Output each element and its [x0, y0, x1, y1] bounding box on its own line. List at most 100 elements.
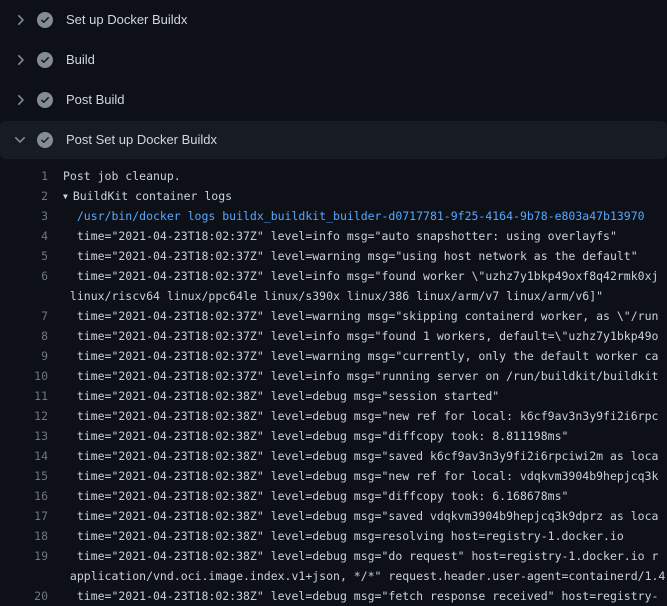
log-text: linux/riscv64 linux/ppc64le linux/s390x …	[63, 289, 603, 303]
line-number[interactable]: 20	[0, 586, 48, 606]
log-line: 5 time="2021-04-23T18:02:37Z" level=warn…	[0, 246, 667, 266]
line-number[interactable]	[0, 286, 48, 306]
log-text: time="2021-04-23T18:02:37Z" level=info m…	[63, 329, 658, 343]
line-number[interactable]: 18	[0, 526, 48, 546]
log-line: 4 time="2021-04-23T18:02:37Z" level=info…	[0, 226, 667, 246]
chevron-right-icon	[12, 12, 28, 28]
log-viewer: 1 Post job cleanup. 2 ▼ BuildKit containe…	[0, 160, 667, 606]
log-text-container: /usr/bin/docker logs buildx_buildkit_bui…	[63, 206, 645, 226]
log-text: time="2021-04-23T18:02:38Z" level=debug …	[63, 389, 499, 403]
log-line: 1 Post job cleanup.	[0, 166, 667, 186]
log-text: time="2021-04-23T18:02:38Z" level=debug …	[63, 469, 658, 483]
log-text-container: time="2021-04-23T18:02:37Z" level=info m…	[63, 266, 658, 286]
log-text-container: time="2021-04-23T18:02:38Z" level=debug …	[63, 406, 658, 426]
line-number[interactable]: 11	[0, 386, 48, 406]
log-line: 20 time="2021-04-23T18:02:38Z" level=deb…	[0, 586, 667, 606]
log-text-container: time="2021-04-23T18:02:38Z" level=debug …	[63, 446, 658, 466]
log-text-container: application/vnd.oci.image.index.v1+json,…	[63, 566, 665, 586]
log-text: Post job cleanup.	[63, 169, 181, 183]
line-number[interactable]: 19	[0, 546, 48, 566]
log-text: time="2021-04-23T18:02:38Z" level=debug …	[63, 409, 658, 423]
log-line: 8 time="2021-04-23T18:02:37Z" level=info…	[0, 326, 667, 346]
log-line: 15 time="2021-04-23T18:02:38Z" level=deb…	[0, 466, 667, 486]
step-row[interactable]: Set up Docker Buildx	[0, 0, 667, 40]
step-title: Post Set up Docker Buildx	[66, 132, 217, 148]
log-line: 19 time="2021-04-23T18:02:38Z" level=deb…	[0, 546, 667, 566]
log-text-container: time="2021-04-23T18:02:38Z" level=debug …	[63, 546, 658, 566]
line-number[interactable]: 5	[0, 246, 48, 266]
step-row[interactable]: Post Build	[0, 80, 667, 120]
log-text-container: time="2021-04-23T18:02:37Z" level=warnin…	[63, 346, 658, 366]
log-text: time="2021-04-23T18:02:38Z" level=debug …	[63, 549, 658, 563]
log-line: 12 time="2021-04-23T18:02:38Z" level=deb…	[0, 406, 667, 426]
log-text-container: time="2021-04-23T18:02:38Z" level=debug …	[63, 466, 658, 486]
chevron-down-icon	[12, 132, 28, 148]
line-number[interactable]: 10	[0, 366, 48, 386]
log-text: time="2021-04-23T18:02:38Z" level=debug …	[63, 509, 658, 523]
line-number[interactable]: 17	[0, 506, 48, 526]
log-line: 7 time="2021-04-23T18:02:37Z" level=warn…	[0, 306, 667, 326]
log-line: 6 time="2021-04-23T18:02:37Z" level=info…	[0, 266, 667, 286]
log-text: application/vnd.oci.image.index.v1+json,…	[63, 569, 665, 583]
chevron-right-icon	[12, 92, 28, 108]
log-text-container: time="2021-04-23T18:02:37Z" level=warnin…	[63, 246, 638, 266]
log-text-container: time="2021-04-23T18:02:38Z" level=debug …	[63, 526, 624, 546]
log-text: time="2021-04-23T18:02:37Z" level=warnin…	[63, 249, 638, 263]
line-number[interactable]: 2	[0, 186, 48, 206]
line-number[interactable]: 8	[0, 326, 48, 346]
line-number[interactable]: 4	[0, 226, 48, 246]
step-row[interactable]: Build	[0, 40, 667, 80]
log-text: time="2021-04-23T18:02:38Z" level=debug …	[63, 529, 624, 543]
log-text: /usr/bin/docker logs buildx_buildkit_bui…	[63, 209, 645, 223]
log-line: 13 time="2021-04-23T18:02:38Z" level=deb…	[0, 426, 667, 446]
chevron-right-icon	[12, 52, 28, 68]
log-line: 11 time="2021-04-23T18:02:38Z" level=deb…	[0, 386, 667, 406]
log-line: 14 time="2021-04-23T18:02:38Z" level=deb…	[0, 446, 667, 466]
log-line: 2 ▼ BuildKit container logs	[0, 186, 667, 206]
log-text: time="2021-04-23T18:02:38Z" level=debug …	[63, 449, 658, 463]
log-line: 16 time="2021-04-23T18:02:38Z" level=deb…	[0, 486, 667, 506]
steps-list: Set up Docker Buildx Build Post Build	[0, 0, 667, 159]
check-circle-icon	[37, 92, 53, 108]
step-title: Post Build	[66, 92, 125, 108]
line-number[interactable]: 14	[0, 446, 48, 466]
log-group-caret-icon[interactable]: ▼	[63, 187, 68, 206]
log-line: 9 time="2021-04-23T18:02:37Z" level=warn…	[0, 346, 667, 366]
line-number[interactable]: 1	[0, 166, 48, 186]
line-number[interactable]: 9	[0, 346, 48, 366]
step-title: Set up Docker Buildx	[66, 12, 187, 28]
log-text: time="2021-04-23T18:02:37Z" level=info m…	[63, 269, 658, 283]
line-number[interactable]: 12	[0, 406, 48, 426]
log-text: time="2021-04-23T18:02:37Z" level=warnin…	[63, 349, 658, 363]
check-circle-icon	[37, 132, 53, 148]
log-text: time="2021-04-23T18:02:37Z" level=info m…	[63, 369, 658, 383]
log-line: application/vnd.oci.image.index.v1+json,…	[0, 566, 667, 586]
log-text: time="2021-04-23T18:02:38Z" level=debug …	[63, 489, 568, 503]
step-row[interactable]: Post Set up Docker Buildx	[0, 121, 667, 159]
line-number[interactable]	[0, 566, 48, 586]
log-line: 17 time="2021-04-23T18:02:38Z" level=deb…	[0, 506, 667, 526]
log-text-container: time="2021-04-23T18:02:38Z" level=debug …	[63, 386, 499, 406]
log-text: time="2021-04-23T18:02:38Z" level=debug …	[63, 589, 658, 603]
log-text-container: Post job cleanup.	[63, 166, 181, 186]
log-text: BuildKit container logs	[73, 189, 232, 203]
log-text-container: time="2021-04-23T18:02:37Z" level=info m…	[63, 366, 658, 386]
line-number[interactable]: 7	[0, 306, 48, 326]
log-text: time="2021-04-23T18:02:38Z" level=debug …	[63, 429, 568, 443]
log-text-container: time="2021-04-23T18:02:38Z" level=debug …	[63, 506, 658, 526]
line-number[interactable]: 16	[0, 486, 48, 506]
log-text-container: time="2021-04-23T18:02:37Z" level=info m…	[63, 226, 617, 246]
log-text-container: time="2021-04-23T18:02:38Z" level=debug …	[63, 486, 568, 506]
log-text-container: time="2021-04-23T18:02:38Z" level=debug …	[63, 426, 568, 446]
step-title: Build	[66, 52, 95, 68]
line-number[interactable]: 15	[0, 466, 48, 486]
log-text: time="2021-04-23T18:02:37Z" level=info m…	[63, 229, 617, 243]
log-line: linux/riscv64 linux/ppc64le linux/s390x …	[0, 286, 667, 306]
log-line: 3 /usr/bin/docker logs buildx_buildkit_b…	[0, 206, 667, 226]
line-number[interactable]: 13	[0, 426, 48, 446]
line-number[interactable]: 6	[0, 266, 48, 286]
log-text-container: time="2021-04-23T18:02:37Z" level=info m…	[63, 326, 658, 346]
check-circle-icon	[37, 12, 53, 28]
check-circle-icon	[37, 52, 53, 68]
line-number[interactable]: 3	[0, 206, 48, 226]
